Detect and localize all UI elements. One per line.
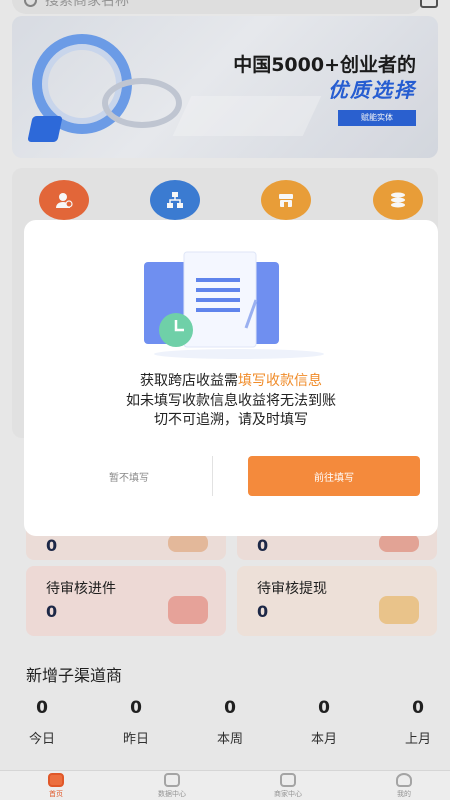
skip-button[interactable]: 暂不填写 — [64, 456, 194, 496]
document-illustration — [144, 251, 324, 359]
dialog-line-2: 如未填写收款信息收益将无法到账 — [126, 393, 336, 409]
dialog-text: 获取跨店收益需 — [140, 373, 238, 389]
payment-info-dialog: 获取跨店收益需填写收款信息 如未填写收款信息收益将无法到账 切不可追溯，请及时填… — [24, 220, 438, 536]
dialog-line-1: 获取跨店收益需填写收款信息 — [24, 370, 438, 390]
dialog-line-3: 切不可追溯，请及时填写 — [154, 412, 308, 428]
go-fill-button[interactable]: 前往填写 — [248, 456, 420, 496]
dialog-highlight: 填写收款信息 — [238, 373, 322, 389]
button-divider — [212, 456, 213, 496]
